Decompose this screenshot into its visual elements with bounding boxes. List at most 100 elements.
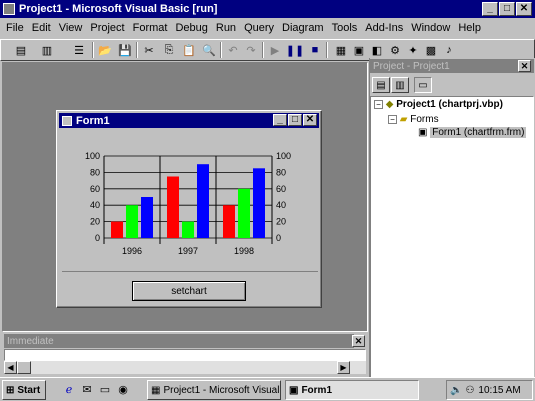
y-tick-label-left: 100 <box>85 151 100 161</box>
scroll-right-button[interactable]: ▶ <box>337 361 350 374</box>
main-title-bar[interactable]: Project1 - Microsoft Visual Basic [run] … <box>0 0 535 18</box>
close-button[interactable]: ✕ <box>516 2 532 16</box>
stop-icon[interactable]: ■ <box>306 42 324 58</box>
maximize-button[interactable]: □ <box>499 2 515 16</box>
menu-run[interactable]: Run <box>212 20 240 36</box>
folder-icon: ▰ <box>399 114 408 125</box>
ie-icon[interactable]: ℯ <box>60 381 78 397</box>
x-tick-label: 1998 <box>234 246 254 256</box>
form-icon <box>62 115 72 126</box>
menu-edit[interactable]: Edit <box>28 20 55 36</box>
taskbar-project1-button[interactable]: ▦ Project1 - Microsoft Visual ... <box>147 380 281 400</box>
run-icon[interactable]: ▶ <box>266 42 284 58</box>
view-code-button[interactable]: ▤ <box>372 77 390 93</box>
immediate-close-button[interactable]: ✕ <box>352 335 365 347</box>
project-pane-close-button[interactable]: ✕ <box>518 60 531 72</box>
scroll-thumb[interactable] <box>17 361 31 374</box>
form1-title: Form1 <box>76 114 110 127</box>
menu-help[interactable]: Help <box>454 20 485 36</box>
form1-maximize-button[interactable]: □ <box>288 114 302 126</box>
project-icon: ◆ <box>385 99 394 110</box>
visual-component-icon[interactable]: ♪ <box>440 42 458 58</box>
copy-icon[interactable]: ⎘ <box>160 42 178 58</box>
tree-root-node[interactable]: − ◆ Project1 (chartprj.vbp) <box>374 99 503 110</box>
y-tick-label-left: 40 <box>90 200 100 210</box>
redo-icon[interactable]: ↷ <box>242 42 260 58</box>
tree-forms-node[interactable]: − ▰ Forms <box>388 114 439 125</box>
bar-chart: 100 100 80 80 60 60 40 40 20 20 0 0 1996 1997 1998 <box>85 151 291 256</box>
tree-form1-node[interactable]: ▣ Form1 (chartfrm.frm) <box>418 127 527 138</box>
bar <box>141 197 153 238</box>
form1-minimize-button[interactable]: _ <box>273 114 287 126</box>
menu-view[interactable]: View <box>55 20 87 36</box>
start-label: Start <box>17 384 41 396</box>
project-tree <box>370 96 534 378</box>
network-icon[interactable]: ⚇ <box>465 385 474 396</box>
bar <box>197 164 209 238</box>
clock: 10:15 AM <box>478 384 521 396</box>
y-tick-label-right: 0 <box>276 233 281 243</box>
collapse-icon[interactable]: − <box>388 114 397 124</box>
menu-tools[interactable]: Tools <box>328 20 362 36</box>
channels-icon[interactable]: ◉ <box>114 381 132 397</box>
undo-icon[interactable]: ↶ <box>224 42 242 58</box>
bar <box>253 168 265 238</box>
open-icon[interactable]: 📂 <box>96 42 114 58</box>
data-view-icon[interactable]: ▩ <box>422 42 440 58</box>
x-tick-label: 1996 <box>122 246 142 256</box>
y-tick-label-right: 60 <box>276 184 286 194</box>
menu-query[interactable]: Query <box>240 20 278 36</box>
form1-title-bar[interactable]: Form1 _ □ ✕ <box>59 113 319 128</box>
toggle-folders-button[interactable]: ▭ <box>414 77 432 93</box>
bar <box>111 221 123 238</box>
start-button[interactable]: ⊞ Start <box>2 380 46 400</box>
form-layout-icon[interactable]: ◧ <box>368 42 386 58</box>
paste-icon[interactable]: 📋 <box>180 42 198 58</box>
toolbox-icon[interactable]: ✦ <box>404 42 422 58</box>
forms-folder-label: Forms <box>410 114 439 125</box>
taskbar-form1-button[interactable]: ▣ Form1 <box>285 380 419 400</box>
menu-diagram[interactable]: Diagram <box>278 20 328 36</box>
immediate-scrollbar[interactable]: ◀ ▶ <box>4 361 366 374</box>
desktop-icon[interactable]: ▭ <box>96 381 114 397</box>
form-file-icon: ▣ <box>418 127 428 138</box>
save-icon[interactable]: 💾 <box>116 42 134 58</box>
find-icon[interactable]: 🔍 <box>200 42 218 58</box>
project-explorer-icon[interactable]: ▦ <box>332 42 350 58</box>
immediate-text-area[interactable] <box>4 349 366 361</box>
project-root-label: Project1 (chartprj.vbp) <box>396 99 503 110</box>
menu-debug[interactable]: Debug <box>171 20 211 36</box>
cut-icon[interactable]: ✂ <box>140 42 158 58</box>
object-browser-icon[interactable]: ⚙ <box>386 42 404 58</box>
immediate-title-bar[interactable]: Immediate <box>4 334 354 348</box>
menu-editor-icon[interactable]: ☰ <box>70 42 88 58</box>
menu-addins[interactable]: Add-Ins <box>361 20 407 36</box>
setchart-button[interactable]: setchart <box>132 281 246 301</box>
form1-close-button[interactable]: ✕ <box>303 114 317 126</box>
volume-icon[interactable]: 🔈 <box>450 385 462 396</box>
form-task-icon: ▣ <box>289 384 299 396</box>
add-form-icon[interactable]: ▥ <box>38 42 56 58</box>
y-tick-label-right: 20 <box>276 217 286 227</box>
outlook-icon[interactable]: ✉ <box>78 381 96 397</box>
y-tick-label-left: 80 <box>90 167 100 177</box>
menu-bar: File Edit View Project Format Debug Run Query Di… <box>2 20 533 38</box>
main-title: Project1 - Microsoft Visual Basic [run] <box>19 3 218 15</box>
scroll-left-button[interactable]: ◀ <box>4 361 17 374</box>
y-tick-label-right: 100 <box>276 151 291 161</box>
collapse-icon[interactable]: − <box>374 99 383 109</box>
x-tick-label: 1997 <box>178 246 198 256</box>
immediate-title: Immediate <box>7 335 54 347</box>
menu-window[interactable]: Window <box>407 20 454 36</box>
minimize-button[interactable]: _ <box>482 2 498 16</box>
project-pane-title-bar[interactable]: Project - Project1 <box>370 59 534 73</box>
pause-icon[interactable]: ❚❚ <box>286 42 304 58</box>
menu-project[interactable]: Project <box>86 20 128 36</box>
properties-icon[interactable]: ▣ <box>350 42 368 58</box>
task2-label: Form1 <box>301 384 333 396</box>
view-object-button[interactable]: ▥ <box>391 77 409 93</box>
menu-file[interactable]: File <box>2 20 28 36</box>
y-tick-label-right: 40 <box>276 200 286 210</box>
menu-format[interactable]: Format <box>129 20 172 36</box>
add-project-icon[interactable]: ▤ <box>12 42 30 58</box>
